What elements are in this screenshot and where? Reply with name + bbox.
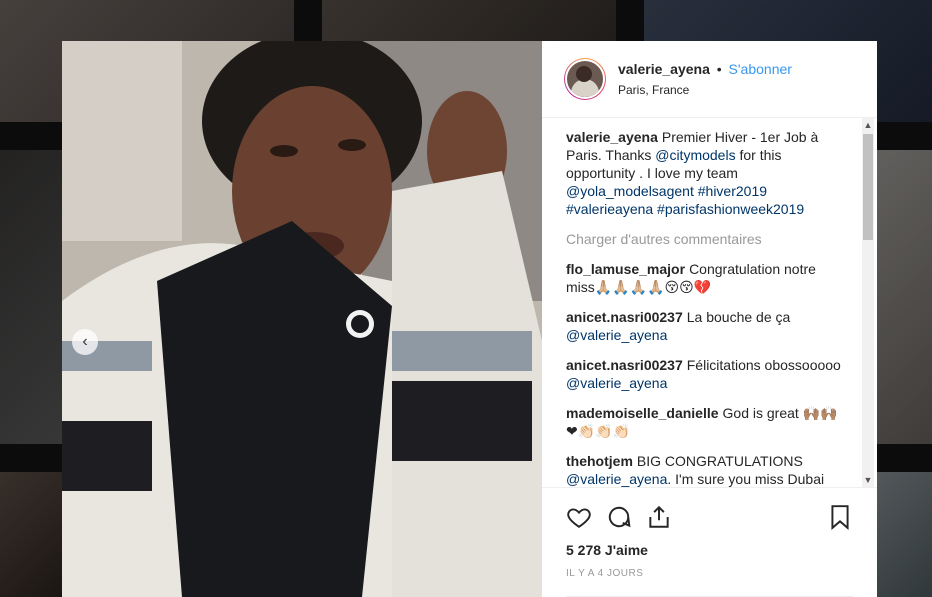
- location-link[interactable]: Paris, France: [618, 83, 792, 97]
- post-photo[interactable]: ‹: [62, 41, 542, 597]
- hashtag-link[interactable]: #valerieayena: [566, 201, 653, 217]
- post-side-panel: valerie_ayena • S'abonner Paris, France …: [542, 41, 877, 597]
- portrait-illustration: [62, 41, 542, 597]
- comment-username[interactable]: anicet.nasri00237: [566, 309, 683, 325]
- username-link[interactable]: valerie_ayena: [618, 61, 710, 77]
- scroll-down-icon[interactable]: ▼: [862, 473, 874, 487]
- heart-icon[interactable]: [566, 504, 592, 530]
- post-timestamp[interactable]: IL Y A 4 JOURS: [566, 568, 853, 579]
- caption-username[interactable]: valerie_ayena: [566, 129, 658, 145]
- mention-link[interactable]: @citymodels: [655, 147, 735, 163]
- post-actions: 5 278 J'aime IL Y A 4 JOURS: [542, 487, 877, 597]
- comments-scrollbar[interactable]: ▲ ▼: [862, 118, 874, 487]
- scroll-up-icon[interactable]: ▲: [862, 118, 874, 132]
- share-icon[interactable]: [646, 504, 672, 530]
- load-more-comments-button[interactable]: Charger d'autres commentaires: [566, 230, 847, 248]
- mention-link[interactable]: @valerie_ayena: [566, 375, 667, 391]
- avatar[interactable]: [564, 58, 606, 100]
- comment-item: anicet.nasri00237 La bouche de ça @valeri…: [566, 308, 847, 344]
- comment-item: flo_lamuse_major Congratulation notre mis…: [566, 260, 847, 296]
- chevron-left-icon[interactable]: ‹: [72, 329, 98, 355]
- post-modal: ‹ valerie_ayena • S'abonner Paris, Franc…: [62, 41, 877, 597]
- likes-count[interactable]: 5 278 J'aime: [566, 542, 853, 558]
- comment-text: La bouche de ça: [686, 309, 791, 325]
- hashtag-link[interactable]: #hiver2019: [694, 183, 767, 199]
- scrollbar-thumb[interactable]: [863, 134, 873, 240]
- mention-link[interactable]: @yola_modelsagent: [566, 183, 694, 199]
- mention-link[interactable]: @valerie_ayena: [566, 327, 667, 343]
- follow-button[interactable]: S'abonner: [729, 61, 792, 77]
- comment-username[interactable]: thehotjem: [566, 453, 633, 469]
- hashtag-link[interactable]: #parisfashionweek2019: [653, 201, 804, 217]
- comment-item: thehotjem BIG CONGRATULATIONS @valerie_ay…: [566, 452, 847, 487]
- caption: valerie_ayena Premier Hiver - 1er Job à P…: [566, 128, 847, 218]
- separator-dot: •: [716, 61, 722, 77]
- post-header: valerie_ayena • S'abonner Paris, France: [542, 41, 877, 118]
- comment-text: BIG CONGRATULATIONS: [636, 453, 803, 469]
- comment-item: anicet.nasri00237 Félicitations obossoooo…: [566, 356, 847, 392]
- comment-icon[interactable]: [606, 504, 632, 530]
- comment-username[interactable]: anicet.nasri00237: [566, 357, 683, 373]
- comments-list[interactable]: valerie_ayena Premier Hiver - 1er Job à P…: [542, 118, 877, 487]
- mention-link[interactable]: @valerie_ayena: [566, 471, 667, 487]
- comment-username[interactable]: mademoiselle_danielle: [566, 405, 719, 421]
- comment-username[interactable]: flo_lamuse_major: [566, 261, 685, 277]
- bookmark-icon[interactable]: [827, 504, 853, 530]
- comment-item: mademoiselle_danielle God is great 🙌🏽🙌🏽❤👏…: [566, 404, 847, 440]
- comment-text: Félicitations obossooooo: [686, 357, 841, 373]
